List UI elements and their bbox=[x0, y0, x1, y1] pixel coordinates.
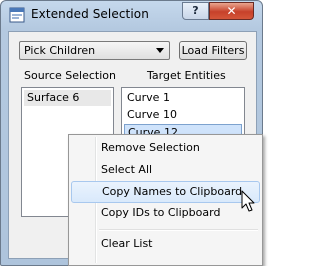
list-item[interactable]: Curve 10 bbox=[124, 107, 242, 123]
close-button[interactable]: ✕ bbox=[209, 2, 254, 20]
chevron-down-icon bbox=[156, 48, 164, 53]
menu-item-copy-names[interactable]: Copy Names to Clipboard bbox=[71, 181, 260, 203]
list-item[interactable]: Curve 1 bbox=[124, 90, 242, 106]
target-entities-heading: Target Entities bbox=[147, 69, 226, 82]
title-bar[interactable]: Extended Selection ? ✕ bbox=[1, 1, 262, 31]
load-filters-button[interactable]: Load Filters bbox=[179, 41, 247, 60]
menu-item-clear-list[interactable]: Clear List bbox=[71, 234, 260, 256]
app-icon bbox=[9, 7, 25, 23]
menu-separator bbox=[99, 229, 258, 231]
filter-mode-dropdown[interactable]: Pick Children bbox=[19, 41, 170, 60]
window-title: Extended Selection bbox=[31, 7, 149, 21]
mouse-pointer-icon bbox=[241, 190, 255, 212]
list-item[interactable]: Surface 6 bbox=[24, 90, 111, 106]
help-button[interactable]: ? bbox=[182, 2, 209, 20]
source-selection-heading: Source Selection bbox=[24, 69, 116, 82]
menu-item-remove-selection[interactable]: Remove Selection bbox=[71, 138, 260, 160]
menu-item-select-all[interactable]: Select All bbox=[71, 160, 260, 182]
filter-mode-value: Pick Children bbox=[24, 44, 96, 57]
menu-item-copy-ids[interactable]: Copy IDs to Clipboard bbox=[71, 203, 260, 225]
context-menu: Remove Selection Select All Copy Names t… bbox=[68, 134, 263, 266]
